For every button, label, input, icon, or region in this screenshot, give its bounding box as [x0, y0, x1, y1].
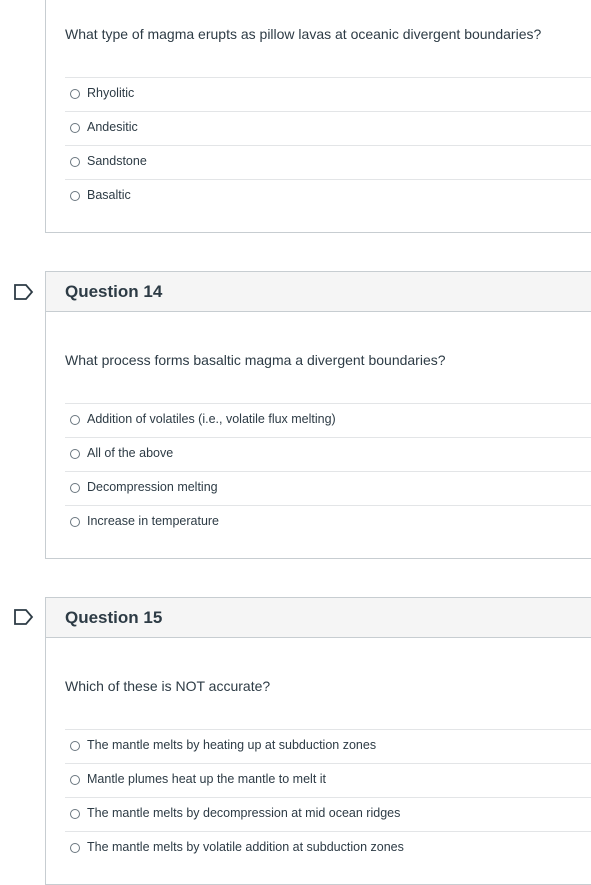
answer-option[interactable]: Increase in temperature: [65, 505, 591, 539]
question-title: Question 15: [65, 608, 163, 627]
answer-label: The mantle melts by heating up at subduc…: [87, 738, 377, 752]
radio-button[interactable]: [70, 415, 80, 425]
question-15-text: Which of these is NOT accurate?: [65, 678, 271, 694]
answer-label: Addition of volatiles (i.e., volatile fl…: [87, 412, 336, 426]
question-15-header: Question 15: [46, 598, 591, 638]
radio-button[interactable]: [70, 741, 80, 751]
answer-option[interactable]: Mantle plumes heat up the mantle to melt…: [65, 763, 591, 797]
answer-label: All of the above: [87, 446, 174, 460]
answer-option[interactable]: The mantle melts by heating up at subduc…: [65, 729, 591, 763]
question-14-answers: Addition of volatiles (i.e., volatile fl…: [65, 403, 591, 539]
question-14-header: Question 14: [46, 272, 591, 312]
answer-option[interactable]: Addition of volatiles (i.e., volatile fl…: [65, 403, 591, 437]
question-14: Question 14 What process forms basaltic …: [45, 271, 591, 559]
flag-question-icon[interactable]: [14, 284, 34, 300]
radio-button[interactable]: [70, 89, 80, 99]
question-13: What type of magma erupts as pillow lava…: [45, 0, 591, 233]
flag-question-icon[interactable]: [14, 609, 34, 625]
radio-button[interactable]: [70, 775, 80, 785]
radio-button[interactable]: [70, 517, 80, 527]
answer-label: Sandstone: [87, 154, 147, 168]
answer-label: Basaltic: [87, 188, 131, 202]
radio-button[interactable]: [70, 157, 80, 167]
answer-option[interactable]: Andesitic: [65, 111, 591, 145]
radio-button[interactable]: [70, 843, 80, 853]
answer-label: Mantle plumes heat up the mantle to melt…: [87, 772, 327, 786]
answer-option[interactable]: Rhyolitic: [65, 77, 591, 111]
answer-label: Increase in temperature: [87, 514, 220, 528]
question-13-answers: Rhyolitic Andesitic Sandstone Basaltic: [65, 77, 591, 213]
answer-option[interactable]: All of the above: [65, 437, 591, 471]
radio-button[interactable]: [70, 123, 80, 133]
question-14-text: What process forms basaltic magma a dive…: [65, 352, 446, 368]
radio-button[interactable]: [70, 483, 80, 493]
question-15-answers: The mantle melts by heating up at subduc…: [65, 729, 591, 865]
answer-option[interactable]: The mantle melts by volatile addition at…: [65, 831, 591, 865]
answer-option[interactable]: Sandstone: [65, 145, 591, 179]
answer-label: Decompression melting: [87, 480, 218, 494]
radio-button[interactable]: [70, 191, 80, 201]
question-13-text: What type of magma erupts as pillow lava…: [65, 26, 542, 42]
radio-button[interactable]: [70, 809, 80, 819]
answer-option[interactable]: Decompression melting: [65, 471, 591, 505]
question-15: Question 15 Which of these is NOT accura…: [45, 597, 591, 885]
answer-option[interactable]: The mantle melts by decompression at mid…: [65, 797, 591, 831]
answer-label: The mantle melts by volatile addition at…: [87, 840, 404, 854]
answer-label: Andesitic: [87, 120, 138, 134]
answer-option[interactable]: Basaltic: [65, 179, 591, 213]
answer-label: Rhyolitic: [87, 86, 135, 100]
answer-label: The mantle melts by decompression at mid…: [87, 806, 401, 820]
question-title: Question 14: [65, 282, 163, 301]
radio-button[interactable]: [70, 449, 80, 459]
